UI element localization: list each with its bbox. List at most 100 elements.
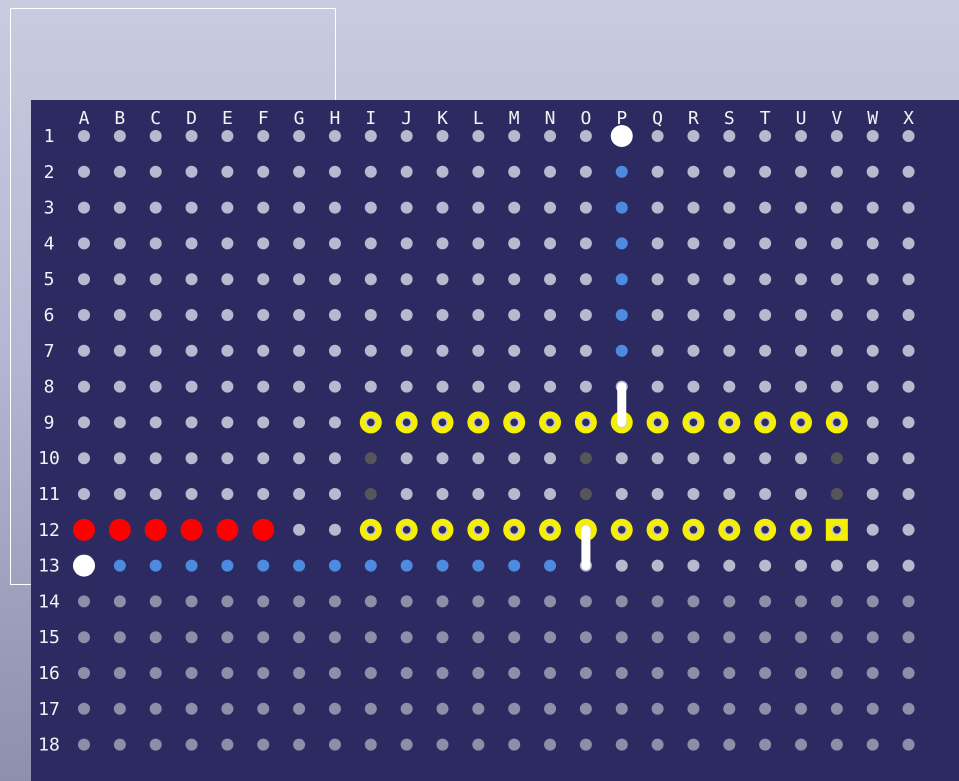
hole-r18[interactable] [687, 738, 700, 751]
hole-q5[interactable] [651, 273, 664, 286]
hole-p10[interactable] [615, 452, 628, 465]
hole-c1[interactable] [149, 130, 162, 142]
hole-u7[interactable] [795, 344, 807, 357]
hole-j17[interactable] [400, 702, 413, 715]
hole-g17[interactable] [293, 702, 306, 715]
breadboard[interactable]: A B C D E F G H I J K L M N O P Q R S T U V W X 1 2 3 4 5 6 7 8 9 10 11 12 1… [31, 100, 959, 781]
hole-h18[interactable] [328, 738, 341, 751]
hole-r6[interactable] [687, 309, 700, 321]
dark-mark-v10[interactable] [830, 452, 843, 465]
hole-r4[interactable] [687, 237, 700, 250]
hole-w9[interactable] [866, 416, 879, 429]
hole-r15[interactable] [687, 631, 700, 644]
hole-q4[interactable] [651, 237, 664, 250]
breadboard-grid[interactable]: A B C D E F G H I J K L M N O P Q R S T U V W X1234567891011121… [31, 100, 959, 781]
hole-t4[interactable] [759, 237, 772, 250]
hole-l14[interactable] [472, 595, 485, 608]
hole-p14[interactable] [615, 595, 628, 608]
hole-h5[interactable] [328, 273, 341, 286]
hole-r1[interactable] [687, 130, 700, 142]
hole-x1[interactable] [902, 130, 915, 142]
hole-c5[interactable] [149, 273, 162, 286]
hole-f9[interactable] [257, 416, 270, 429]
hole-s13[interactable] [723, 559, 736, 572]
hole-w13[interactable] [866, 559, 879, 572]
hole-m18[interactable] [508, 738, 521, 751]
hole-n8[interactable] [544, 380, 557, 393]
hole-b16[interactable] [113, 667, 126, 679]
hole-k1[interactable] [436, 130, 449, 142]
hole-x4[interactable] [902, 237, 915, 250]
hole-d1[interactable] [185, 130, 198, 142]
hole-b9[interactable] [113, 416, 126, 429]
hole-h1[interactable] [328, 130, 341, 142]
hole-o14[interactable] [579, 595, 592, 608]
hole-c3[interactable] [149, 201, 162, 214]
hole-i8[interactable] [364, 380, 377, 393]
hole-k6[interactable] [436, 309, 449, 321]
hole-x7[interactable] [902, 344, 915, 357]
hole-h14[interactable] [328, 595, 341, 608]
hole-m15[interactable] [508, 631, 521, 644]
hole-k4[interactable] [436, 237, 449, 250]
hole-a7[interactable] [78, 344, 90, 357]
hole-j14[interactable] [400, 595, 413, 608]
hole-x2[interactable] [902, 165, 915, 178]
hole-k3[interactable] [436, 201, 449, 214]
hole-e15[interactable] [221, 631, 234, 644]
hole-e9[interactable] [221, 416, 234, 429]
hole-x12[interactable] [902, 523, 915, 536]
hole-r5[interactable] [687, 273, 700, 286]
hole-a4[interactable] [78, 237, 90, 250]
hole-q17[interactable] [651, 702, 664, 715]
hole-e3[interactable] [221, 201, 234, 214]
hole-w7[interactable] [866, 344, 879, 357]
hole-q3[interactable] [651, 201, 664, 214]
hole-j8[interactable] [400, 380, 413, 393]
hole-o16[interactable] [579, 667, 592, 679]
hole-x17[interactable] [902, 702, 915, 715]
hole-q13[interactable] [651, 559, 664, 572]
hole-e10[interactable] [221, 452, 234, 465]
hole-q18[interactable] [651, 738, 664, 751]
hole-u15[interactable] [795, 631, 807, 644]
hole-f2[interactable] [257, 165, 270, 178]
hole-u18[interactable] [795, 738, 807, 751]
hole-a8[interactable] [78, 380, 90, 393]
hole-m1[interactable] [508, 130, 521, 142]
hole-l4[interactable] [472, 237, 485, 250]
hole-k15[interactable] [436, 631, 449, 644]
hole-e17[interactable] [221, 702, 234, 715]
hole-j16[interactable] [400, 667, 413, 679]
hole-k16[interactable] [436, 667, 449, 679]
hole-q14[interactable] [651, 595, 664, 608]
hole-m6[interactable] [508, 309, 521, 321]
hole-h9[interactable] [328, 416, 341, 429]
hole-l15[interactable] [472, 631, 485, 644]
hole-g5[interactable] [293, 273, 306, 286]
hole-g7[interactable] [293, 344, 306, 357]
blue-hole-p2[interactable] [615, 165, 628, 178]
hole-f4[interactable] [257, 237, 270, 250]
blue-hole-e13[interactable] [221, 559, 234, 572]
hole-u14[interactable] [795, 595, 807, 608]
hole-t13[interactable] [759, 559, 772, 572]
hole-s4[interactable] [723, 237, 736, 250]
hole-w17[interactable] [866, 702, 879, 715]
hole-j18[interactable] [400, 738, 413, 751]
hole-s2[interactable] [723, 165, 736, 178]
hole-v14[interactable] [830, 595, 843, 608]
hole-n15[interactable] [544, 631, 557, 644]
hole-x8[interactable] [902, 380, 915, 393]
hole-c16[interactable] [149, 667, 162, 679]
hole-v13[interactable] [830, 559, 843, 572]
hole-h17[interactable] [328, 702, 341, 715]
hole-f8[interactable] [257, 380, 270, 393]
hole-u4[interactable] [795, 237, 807, 250]
hole-d10[interactable] [185, 452, 198, 465]
hole-a3[interactable] [78, 201, 90, 214]
hole-p15[interactable] [615, 631, 628, 644]
hole-x18[interactable] [902, 738, 915, 751]
hole-q1[interactable] [651, 130, 664, 142]
hole-c7[interactable] [149, 344, 162, 357]
